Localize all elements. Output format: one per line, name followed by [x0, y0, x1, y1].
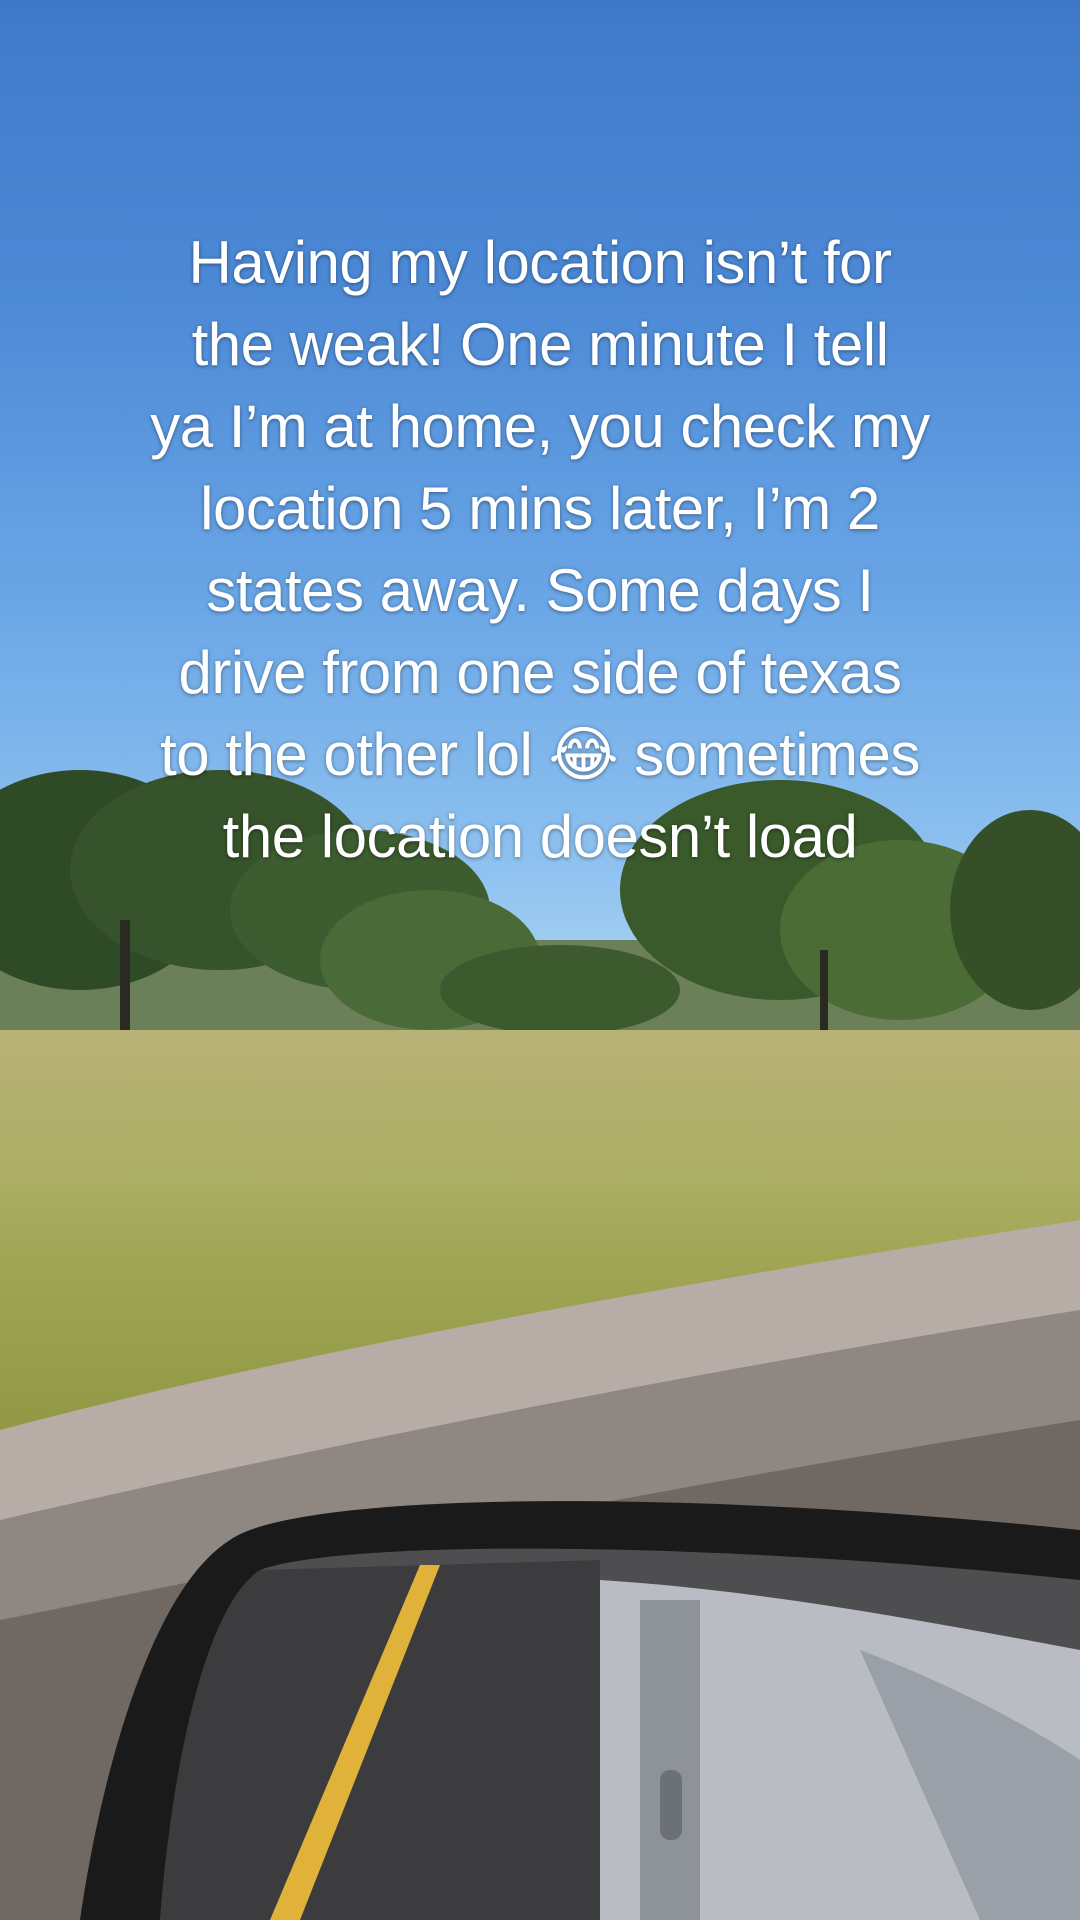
- caption-line: the location doesn’t load: [222, 803, 858, 870]
- caption-line: ya I’m at home, you check my: [150, 393, 930, 460]
- caption-line: Having my location isn’t for: [188, 229, 892, 296]
- video-caption: Having my location isn’t for the weak! O…: [40, 222, 1040, 878]
- caption-line: location 5 mins later, I’m 2: [200, 475, 880, 542]
- caption-line: states away. Some days I: [206, 557, 874, 624]
- caption-line: to the other lol 😂 sometimes: [160, 721, 920, 788]
- caption-line: drive from one side of texas: [178, 639, 902, 706]
- caption-line: the weak! One minute I tell: [191, 311, 889, 378]
- video-frame: Having my location isn’t for the weak! O…: [0, 0, 1080, 1920]
